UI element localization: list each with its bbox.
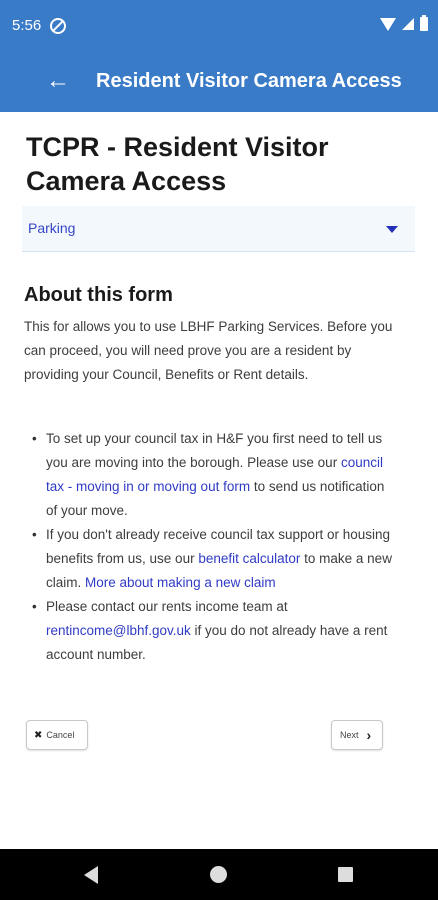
service-dropdown[interactable]: Parking [22,206,415,252]
next-button[interactable]: Next › [331,720,383,750]
cancel-button[interactable]: ✖ Cancel [26,720,88,750]
back-arrow-icon[interactable]: ← [44,67,72,95]
list-item: If you don't already receive council tax… [32,523,392,595]
next-button-label: Next [340,730,359,740]
rent-income-email-link[interactable]: rentincome@lbhf.gov.uk [46,623,191,638]
chevron-right-icon: › [366,727,372,743]
dropdown-selected-value: Parking [28,220,76,236]
intro-paragraph: This for allows you to use LBHF Parking … [24,319,393,382]
app-bar-title: Resident Visitor Camera Access [96,70,402,92]
nav-home-icon[interactable] [210,866,227,883]
new-claim-link[interactable]: More about making a new claim [85,575,276,590]
page-title: TCPR - Resident Visitor Camera Access [26,132,329,196]
status-time: 5:56 [12,17,42,34]
battery-icon [420,15,428,31]
list-item-text: Please contact our rents income team at [46,599,288,614]
list-item: Please contact our rents income team at … [32,595,392,667]
status-icons [380,15,428,31]
cancel-button-label: Cancel [46,730,75,740]
nav-recents-icon[interactable] [338,867,353,882]
system-nav-bar [0,849,438,900]
section-heading: About this form [24,284,173,306]
wifi-icon [380,17,396,31]
app-header: 5:56 ← Resident Visitor Camera Access [0,0,438,112]
info-list: To set up your council tax in H&F you fi… [32,427,392,667]
benefit-calculator-link[interactable]: benefit calculator [198,551,300,566]
caret-down-icon [386,226,398,233]
list-item-text: To set up your council tax in H&F you fi… [46,431,383,470]
list-item: To set up your council tax in H&F you fi… [32,427,392,523]
nav-back-icon[interactable] [84,866,98,884]
cell-signal-icon [402,18,414,30]
close-icon: ✖ [34,729,43,741]
do-not-disturb-icon [50,18,66,34]
status-bar: 5:56 [0,0,438,54]
